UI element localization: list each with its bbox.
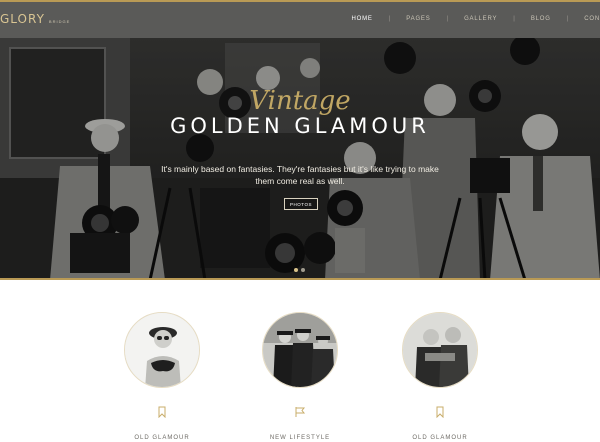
slider-pagination xyxy=(294,268,305,272)
hero-subtitle: It's mainly based on fantasies. They're … xyxy=(161,164,439,186)
nav-separator: | xyxy=(446,16,449,22)
feature-image-1[interactable] xyxy=(124,312,200,388)
top-navigation-bar: GLORY BRIDGE HOME | PAGES | GALLERY | BL… xyxy=(0,0,600,38)
photos-button[interactable]: PHOTOS xyxy=(284,198,318,210)
bookmark-icon xyxy=(158,406,166,419)
bookmark-icon xyxy=(436,406,444,419)
logo-subtext: BRIDGE xyxy=(48,19,71,24)
feature-card-3[interactable]: OLD GLAMOUR xyxy=(390,312,490,441)
hero-background-photo xyxy=(0,38,600,278)
hero-script-title: Vintage xyxy=(249,86,351,116)
feature-label-2: NEW LIFESTYLE xyxy=(269,435,331,441)
features-section: OLD GLAMOUR NEW LIFESTYLE OLD GLAMOUR xyxy=(0,282,600,442)
feature-label-1: OLD GLAMOUR xyxy=(134,435,190,441)
nav-separator: | xyxy=(388,16,391,22)
feature-image-2[interactable] xyxy=(262,312,338,388)
flag-icon xyxy=(295,407,306,417)
slider-dot-2[interactable] xyxy=(301,268,305,272)
hero-slider[interactable]: Vintage GOLDEN GLAMOUR It's mainly based… xyxy=(0,38,600,280)
feature-card-1[interactable]: OLD GLAMOUR xyxy=(112,312,212,441)
nav-item-home[interactable]: HOME xyxy=(352,16,373,22)
feature-card-2[interactable]: NEW LIFESTYLE xyxy=(250,312,350,441)
main-menu: HOME | PAGES | GALLERY | BLOG | CON xyxy=(352,16,600,22)
nav-item-pages[interactable]: PAGES xyxy=(406,16,430,22)
site-logo[interactable]: GLORY BRIDGE xyxy=(0,12,70,26)
feature-label-3: OLD GLAMOUR xyxy=(412,435,468,441)
feature-image-3[interactable] xyxy=(402,312,478,388)
nav-separator: | xyxy=(513,16,515,22)
nav-item-contact[interactable]: CON xyxy=(584,16,600,22)
logo-text: GLORY xyxy=(0,12,45,26)
nav-separator: | xyxy=(566,16,569,22)
hero-title: GOLDEN GLAMOUR xyxy=(170,114,430,138)
nav-item-gallery[interactable]: GALLERY xyxy=(464,16,497,22)
slider-dot-1[interactable] xyxy=(294,268,298,272)
nav-item-blog[interactable]: BLOG xyxy=(531,16,551,22)
